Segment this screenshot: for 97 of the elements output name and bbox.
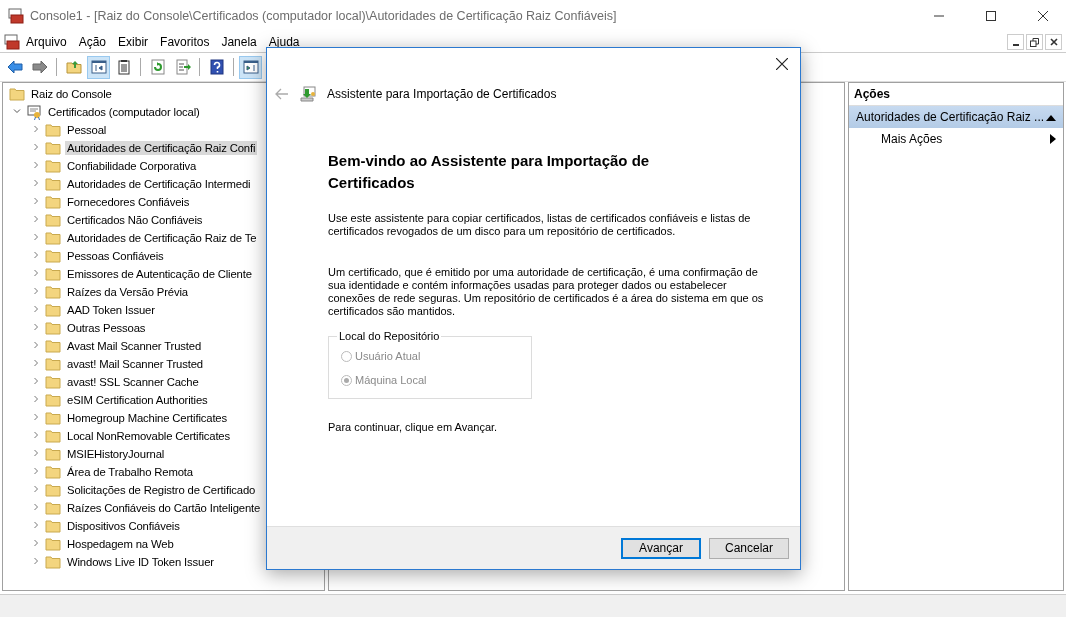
app-icon [8, 8, 24, 24]
folder-icon [45, 483, 61, 497]
tree-item[interactable]: Raízes da Versão Prévia [65, 285, 190, 299]
console-tree-icon [89, 58, 108, 76]
tree-item[interactable]: avast! SSL Scanner Cache [65, 375, 201, 389]
maximize-icon [986, 11, 996, 21]
tree-item[interactable]: Avast Mail Scanner Trusted [65, 339, 204, 353]
folder-icon [45, 501, 61, 515]
folder-icon [45, 249, 61, 263]
tree-item[interactable]: Autoridades de Certificação Raiz Confi [65, 141, 258, 155]
restore-button[interactable] [1026, 34, 1043, 50]
folder-icon [45, 555, 61, 569]
folder-icon [45, 231, 61, 245]
tree-item[interactable]: Dispositivos Confiáveis [65, 519, 182, 533]
folder-icon [45, 159, 61, 173]
description-text: Um certificado, que é emitido por uma autoridade de certificação, é uma confirmação de sua identidade e contém informações usadas para proteger dados ou estabelecer conexões de rede seguras. Um repositório de certificados é a área do sistema em que os certificados são mantidos. [328, 266, 765, 318]
tree-item[interactable]: Certificados Não Confiáveis [65, 213, 205, 227]
chevron-down-icon[interactable] [12, 106, 22, 116]
toolbar-button[interactable] [87, 55, 110, 79]
action-pane-icon [241, 58, 260, 76]
folder-up-icon [64, 58, 83, 76]
folder-icon [45, 447, 61, 461]
tree-item[interactable]: Autoridades de Certificação Intermedi [65, 177, 253, 191]
menu-item[interactable]: Exibir [112, 33, 155, 51]
close-icon [776, 58, 788, 70]
minimize-button[interactable] [1007, 34, 1024, 50]
window-title: Console1 - [Raiz do Console\Certificados (computador local)\Autoridades de Certificação Raiz Confiáveis] [30, 9, 618, 23]
actions-section-header[interactable]: Autoridades de Certificação Raiz ... [849, 106, 1063, 128]
folder-icon [45, 285, 61, 299]
tree-item[interactable]: Local NonRemovable Certificates [65, 429, 232, 443]
tree-item[interactable]: Raízes Confiáveis do Cartão Inteligente [65, 501, 263, 515]
folder-icon [45, 321, 61, 335]
back-arrow-icon[interactable] [275, 88, 289, 100]
menu-item[interactable]: Janela [215, 33, 263, 51]
back-arrow-icon [5, 58, 24, 76]
tree-item[interactable]: Homegroup Machine Certificates [65, 411, 229, 425]
group-label: Local do Repositório [338, 330, 441, 342]
folder-icon [9, 87, 25, 101]
tree-item[interactable]: Confiabilidade Corporativa [65, 159, 199, 173]
menu-item[interactable]: Ajuda [262, 33, 306, 51]
wizard-heading: Bem-vindo ao Assistente para Importação de Certificados [328, 151, 651, 193]
toolbar-button[interactable] [239, 55, 262, 79]
tree-item[interactable]: avast! Mail Scanner Trusted [65, 357, 205, 371]
folder-icon [45, 393, 61, 407]
folder-icon [45, 375, 61, 389]
tree-item[interactable]: Windows Live ID Token Issuer [65, 555, 216, 569]
tree-item[interactable]: AAD Token Issuer [65, 303, 157, 317]
forward-arrow-icon [30, 58, 49, 76]
menu-item[interactable]: Ação [72, 33, 113, 51]
tree-item[interactable]: MSIEHistoryJournal [65, 447, 167, 461]
tree-item[interactable]: Raiz do Console [29, 87, 114, 101]
tree-item[interactable]: eSIM Certification Authorities [65, 393, 210, 407]
folder-icon [45, 267, 61, 281]
folder-icon [45, 339, 61, 353]
submenu-arrow-icon [1050, 134, 1056, 144]
tree-item[interactable]: Hospedagem na Web [65, 537, 176, 551]
folder-icon [45, 411, 61, 425]
tree-item[interactable]: Certificados (computador local) [46, 105, 202, 119]
folder-icon [45, 303, 61, 317]
tree-item[interactable]: Autoridades de Certificação Raiz de Te [65, 231, 259, 245]
folder-icon [45, 177, 61, 191]
tree-item[interactable]: Fornecedores Confiáveis [65, 195, 192, 209]
dialog-button[interactable]: Avançar [621, 537, 701, 559]
collapse-triangle-icon[interactable] [1046, 113, 1056, 121]
dialog-button[interactable]: Cancelar [709, 537, 789, 559]
menu-item[interactable]: Favoritos [154, 33, 216, 51]
folder-icon [45, 213, 61, 227]
close-icon [1038, 11, 1048, 21]
folder-icon [45, 141, 61, 155]
folder-icon [45, 519, 61, 533]
tree-item[interactable]: Solicitações de Registro de Certificado [65, 483, 258, 497]
close-icon [1049, 38, 1058, 46]
menu-item[interactable]: Arquivo [20, 33, 73, 51]
certificate-icon [26, 104, 42, 120]
tree-item[interactable]: Emissores de Autenticação de Cliente [65, 267, 254, 281]
folder-icon [45, 195, 61, 209]
app-icon [4, 34, 20, 50]
folder-icon [45, 429, 61, 443]
instruction-text: Para continuar, clique em Avançar. [328, 421, 499, 433]
tree-item[interactable]: Outras Pessoas [65, 321, 148, 335]
folder-icon [45, 123, 61, 137]
help-icon [207, 58, 226, 76]
tree-item[interactable]: Pessoas Confiáveis [65, 249, 166, 263]
tree-item[interactable]: Pessoal [65, 123, 109, 137]
close-button[interactable] [1045, 34, 1062, 50]
section-title: Autoridades de Certificação Raiz ... [856, 110, 1045, 124]
refresh-icon [148, 58, 167, 76]
folder-icon [45, 357, 61, 371]
dialog-title: Assistente para Importação de Certificados [327, 87, 557, 101]
folder-icon [45, 537, 61, 551]
action-item[interactable]: Mais Ações [881, 132, 943, 146]
folder-icon [45, 465, 61, 479]
tree-item[interactable]: Área de Trabalho Remota [65, 465, 195, 479]
description-text: Use este assistente para copiar certificados, listas de certificados confiáveis e listas de certificados revogados de um disco para um repositório de certificados. [328, 212, 752, 238]
restore-icon [1030, 37, 1039, 47]
export-list-icon [173, 58, 192, 76]
certificate-import-icon [299, 86, 317, 102]
